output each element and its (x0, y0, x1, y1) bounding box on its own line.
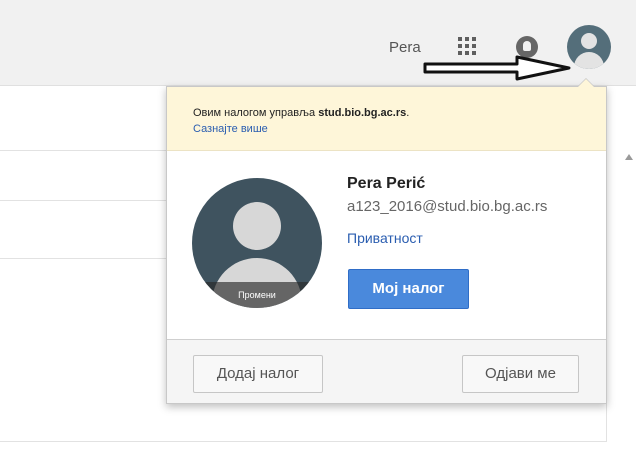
divider (0, 441, 606, 442)
account-avatar-icon[interactable] (567, 25, 611, 69)
account-name: Pera Perić (347, 175, 426, 192)
privacy-link[interactable]: Приватност (347, 230, 423, 246)
header-user-name[interactable]: Pera (389, 39, 421, 56)
popup-footer: Додај налог Одјави ме (167, 339, 606, 403)
my-account-button[interactable]: Мој налог (348, 269, 469, 309)
divider (0, 200, 166, 201)
divider (0, 150, 166, 151)
annotation-arrow-icon (423, 55, 571, 81)
divider (0, 258, 166, 259)
managed-domain: stud.bio.bg.ac.rs (318, 107, 407, 119)
learn-more-link[interactable]: Сазнајте више (193, 123, 268, 135)
add-account-button[interactable]: Додај налог (193, 355, 323, 393)
change-photo-button[interactable]: Промени (192, 282, 322, 308)
profile-photo[interactable]: Промени (192, 178, 322, 308)
managed-account-banner: Овим налогом управља stud.bio.bg.ac.rs. … (167, 87, 606, 151)
apps-grid-icon[interactable] (458, 37, 476, 55)
managed-account-text: Овим налогом управља stud.bio.bg.ac.rs. (193, 107, 410, 119)
sign-out-button[interactable]: Одјави ме (462, 355, 579, 393)
account-popup: Овим налогом управља stud.bio.bg.ac.rs. … (166, 78, 607, 404)
scroll-up-icon[interactable] (624, 152, 634, 162)
account-email: a123_2016@stud.bio.bg.ac.rs (347, 198, 548, 215)
